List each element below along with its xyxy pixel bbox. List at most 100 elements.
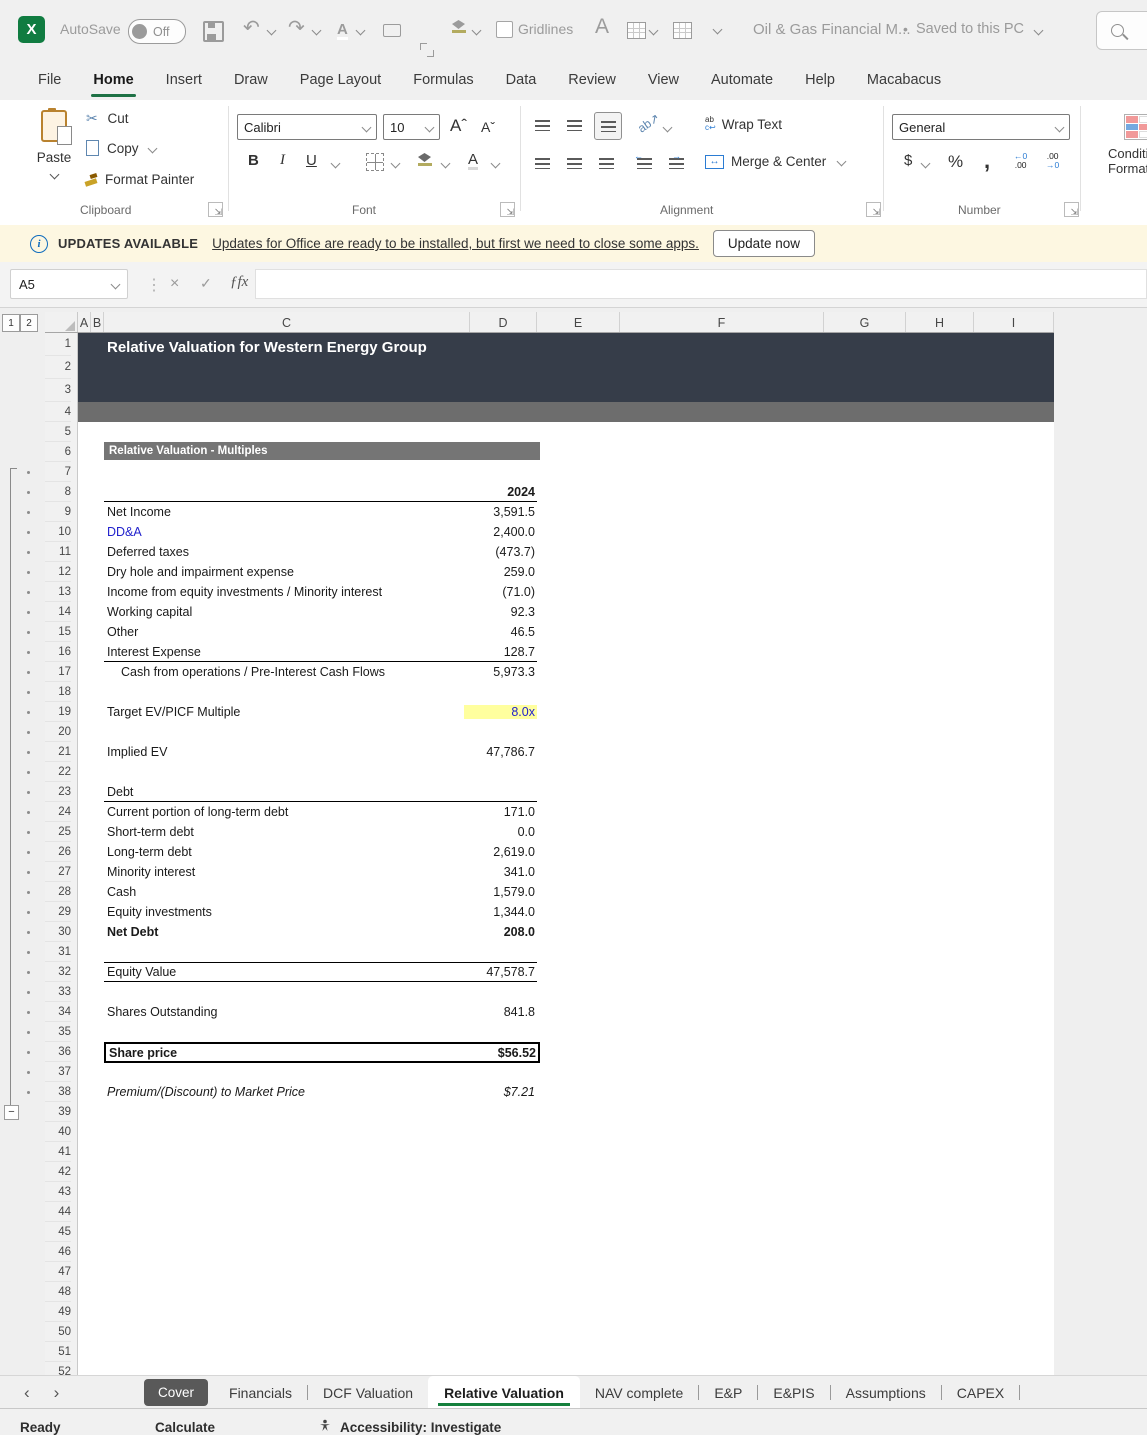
ribbon-tab-page-layout[interactable]: Page Layout (284, 61, 397, 99)
font-size-select[interactable]: 10 (383, 114, 440, 140)
updates-message-link[interactable]: Updates for Office are ready to be insta… (212, 236, 699, 251)
align-middle-icon[interactable] (567, 120, 582, 131)
sheet-row-11[interactable]: Deferred taxes(473.7) (104, 542, 537, 562)
row-header-8[interactable]: 8 (45, 482, 71, 502)
row-header-47[interactable]: 47 (45, 1262, 71, 1282)
ribbon-tab-help[interactable]: Help (789, 61, 851, 99)
undo-dropdown-icon[interactable] (267, 26, 277, 36)
align-bottom-icon[interactable] (594, 112, 622, 140)
sheet-row-34[interactable]: Shares Outstanding841.8 (104, 1002, 537, 1022)
sheet-tab-nav-complete[interactable]: NAV complete (580, 1376, 698, 1409)
align-right-icon[interactable] (599, 158, 614, 169)
comma-button[interactable]: , (984, 148, 990, 174)
font-style-icon[interactable]: A (595, 15, 609, 39)
row-header-12[interactable]: 12 (45, 562, 71, 582)
sheet-row-38[interactable]: Premium/(Discount) to Market Price$7.21 (104, 1082, 537, 1102)
row-header-37[interactable]: 37 (45, 1062, 71, 1082)
sheet-row-30[interactable]: Net Debt208.0 (104, 922, 537, 942)
font-dialog-launcher[interactable]: ⇲ (500, 202, 515, 217)
align-left-icon[interactable] (535, 158, 550, 169)
gridlines-checkbox[interactable] (496, 21, 513, 38)
row-header-10[interactable]: 10 (45, 522, 71, 542)
conditional-formatting-button[interactable]: Conditional Formatting (1108, 114, 1147, 176)
decrease-decimal-icon[interactable]: .00→0 (1046, 152, 1059, 170)
column-header-D[interactable]: D (470, 312, 537, 333)
sheet-row-26[interactable]: Long-term debt2,619.0 (104, 842, 537, 862)
row-header-28[interactable]: 28 (45, 882, 71, 902)
sheet-row-29[interactable]: Equity investments1,344.0 (104, 902, 537, 922)
row-header-21[interactable]: 21 (45, 742, 71, 762)
row-header-40[interactable]: 40 (45, 1122, 71, 1142)
row-header-4[interactable]: 4 (45, 402, 71, 422)
row-header-23[interactable]: 23 (45, 782, 71, 802)
row-header-24[interactable]: 24 (45, 802, 71, 822)
align-center-icon[interactable] (567, 158, 582, 169)
row-header-1[interactable]: 1 (45, 333, 71, 356)
wrap-text-button[interactable]: abc↩ Wrap Text (705, 116, 782, 132)
column-header-B[interactable]: B (91, 312, 104, 333)
increase-decimal-icon[interactable]: ←0.00 (1014, 152, 1027, 170)
row-header-5[interactable]: 5 (45, 422, 71, 442)
row-header-22[interactable]: 22 (45, 762, 71, 782)
row-header-33[interactable]: 33 (45, 982, 71, 1002)
status-accessibility[interactable]: Accessibility: Investigate (340, 1420, 501, 1435)
row-header-39[interactable]: 39 (45, 1102, 71, 1122)
row-header-20[interactable]: 20 (45, 722, 71, 742)
copy-button[interactable]: Copy (86, 140, 156, 156)
redo-icon[interactable]: ↷ (288, 18, 305, 38)
row-header-34[interactable]: 34 (45, 1002, 71, 1022)
sheet-tab-dcf-valuation[interactable]: DCF Valuation (308, 1376, 428, 1409)
excel-logo-icon[interactable]: X (18, 16, 45, 43)
tab-scroll-left-icon[interactable]: ‹ (24, 1383, 30, 1403)
clipboard-dialog-launcher[interactable]: ⇲ (208, 202, 223, 217)
sheet-row-25[interactable]: Short-term debt0.0 (104, 822, 537, 842)
row-header-13[interactable]: 13 (45, 582, 71, 602)
row-header-25[interactable]: 25 (45, 822, 71, 842)
sheet-tab-capex[interactable]: CAPEX (942, 1376, 1019, 1409)
outline-level-1-button[interactable]: 1 (2, 314, 20, 332)
table-icon[interactable] (673, 22, 692, 39)
sheet-row-21[interactable]: Implied EV47,786.7 (104, 742, 537, 762)
row-header-50[interactable]: 50 (45, 1322, 71, 1342)
ribbon-tab-macabacus[interactable]: Macabacus (851, 61, 957, 99)
undo-icon[interactable]: ↶ (243, 18, 260, 38)
fill-color-button[interactable] (418, 153, 432, 166)
paste-button[interactable]: Paste (30, 110, 78, 180)
row-header-6[interactable]: 6 (45, 442, 71, 462)
orientation-dropdown-icon[interactable] (663, 123, 673, 133)
sheet-row-24[interactable]: Current portion of long-term debt171.0 (104, 802, 537, 822)
row-header-14[interactable]: 14 (45, 602, 71, 622)
ribbon-tab-file[interactable]: File (22, 61, 77, 99)
save-icon[interactable] (203, 21, 224, 42)
currency-dropdown-icon[interactable] (921, 159, 931, 169)
name-box[interactable]: A5 (10, 269, 128, 299)
number-format-select[interactable]: General (892, 114, 1070, 140)
select-all-corner[interactable] (45, 312, 78, 333)
italic-button[interactable]: I (280, 152, 285, 169)
ribbon-options-icon[interactable] (713, 25, 723, 35)
cell-styles-dropdown-icon[interactable] (649, 26, 659, 36)
row-header-46[interactable]: 46 (45, 1242, 71, 1262)
sheet-row-10[interactable]: DD&A2,400.0 (104, 522, 537, 542)
row-header-9[interactable]: 9 (45, 502, 71, 522)
sheet-row-15[interactable]: Other46.5 (104, 622, 537, 642)
format-painter-button[interactable]: Format Painter (84, 172, 194, 187)
ribbon-tab-insert[interactable]: Insert (150, 61, 218, 99)
sheet-area[interactable]: Relative Valuation for Western Energy Gr… (78, 333, 1054, 1375)
sheet-row-16[interactable]: Interest Expense128.7 (104, 642, 537, 662)
section-header-cell[interactable]: Relative Valuation - Multiples (104, 442, 540, 460)
row-header-51[interactable]: 51 (45, 1342, 71, 1362)
merge-center-button[interactable]: ↔ Merge & Center (705, 154, 845, 169)
ribbon-tab-home[interactable]: Home (77, 61, 149, 99)
sheet-tab-e-pis[interactable]: E&PIS (758, 1376, 829, 1409)
fill-dropdown-icon[interactable] (441, 159, 451, 169)
sheet-row-14[interactable]: Working capital92.3 (104, 602, 537, 622)
row-header-32[interactable]: 32 (45, 962, 71, 982)
ribbon-tab-draw[interactable]: Draw (218, 61, 284, 99)
underline-dropdown-icon[interactable] (331, 159, 341, 169)
saved-status-dropdown-icon[interactable] (1034, 26, 1044, 36)
cancel-icon[interactable]: × (170, 275, 179, 293)
number-dialog-launcher[interactable]: ⇲ (1064, 202, 1079, 217)
currency-button[interactable]: $ (904, 152, 912, 169)
row-header-11[interactable]: 11 (45, 542, 71, 562)
